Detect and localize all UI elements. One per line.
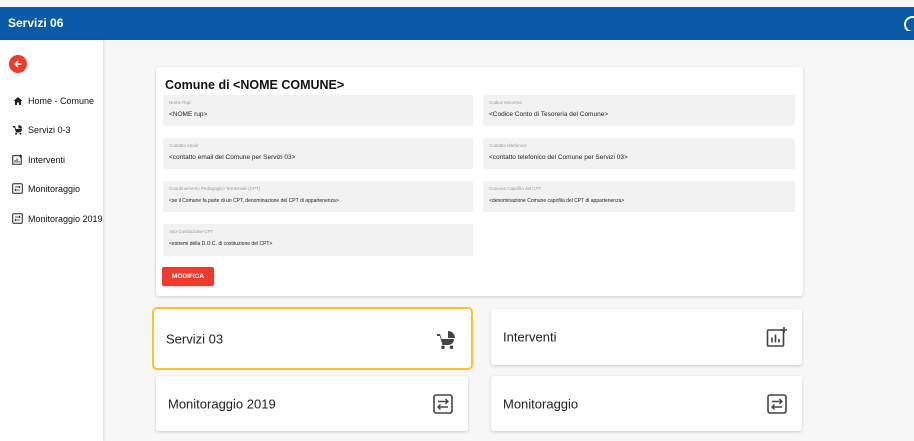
- sidebar-item-label: Home - Comune: [28, 95, 95, 106]
- tile-servizi-03[interactable]: Servizi 03: [152, 307, 473, 370]
- tile-interventi[interactable]: Interventi: [491, 309, 802, 365]
- field-nome-rup: Nome Rup <NOME rup>: [163, 95, 473, 126]
- sidebar-item-home[interactable]: Home - Comune: [12, 95, 94, 106]
- back-button[interactable]: [9, 55, 27, 73]
- sidebar-item-interventi[interactable]: Interventi: [12, 154, 65, 165]
- tile-label: Monitoraggio: [503, 396, 579, 411]
- field-cpt: Coordinamento Pedagogico Territoriale (C…: [163, 181, 473, 212]
- monitor-icon: [433, 393, 453, 414]
- home-icon: [12, 95, 23, 106]
- stroller-icon: [12, 124, 23, 135]
- field-value: <estremi della D.O.C. di costituzione de…: [169, 241, 273, 247]
- field-label: Atto Costituzione CPT: [169, 229, 214, 234]
- tile-label: Servizi 03: [166, 331, 224, 346]
- field-atto-costituzione: Atto Costituzione CPT <estremi della D.O…: [163, 224, 473, 256]
- sidebar-item-label: Servizi 0-3: [28, 124, 71, 135]
- sidebar-item-label: Monitoraggio: [28, 183, 81, 194]
- field-label: Contatto email: [169, 143, 199, 148]
- arrow-left-icon: [14, 60, 22, 68]
- field-comune-capofila: Comune Capofila del CPT <denominazione C…: [483, 181, 795, 212]
- field-label: Nome Rup: [169, 100, 191, 105]
- chart-plus-icon: [12, 154, 23, 165]
- field-codice-tesoreria: Codice tesoreria <Codice Conto di Tesore…: [483, 95, 795, 126]
- comune-info-card: Comune di <NOME COMUNE> Nome Rup <NOME r…: [156, 67, 803, 296]
- field-value: <se il Comune fa parte di un CPT, denomi…: [169, 198, 339, 204]
- tile-monitoraggio-2019[interactable]: Monitoraggio 2019: [156, 376, 468, 431]
- field-label: Contatto telefonico: [489, 143, 527, 148]
- sidebar-item-servizi[interactable]: Servizi 0-3: [12, 124, 71, 135]
- monitor-icon: [767, 393, 787, 414]
- field-label: Codice tesoreria: [489, 100, 522, 105]
- stroller-icon: [437, 330, 455, 349]
- field-contatto-email: Contatto email <contatto email del Comun…: [163, 138, 473, 169]
- field-value: <contatto email del Comune per Servizi 0…: [169, 154, 296, 161]
- sidebar-item-label: Monitoraggio 2019: [28, 213, 103, 224]
- app-title: Servizi 06: [8, 16, 64, 30]
- chart-plus-icon: [766, 327, 787, 347]
- tile-label: Monitoraggio 2019: [168, 396, 276, 411]
- field-value: <NOME rup>: [169, 111, 208, 118]
- field-value: <contatto telefonico del Comune per Serv…: [489, 154, 628, 161]
- sidebar: Home - Comune Servizi 0-3 Interventi Mon…: [0, 40, 103, 441]
- field-value: <Codice Conto di Tesoreria del Comune>: [489, 111, 609, 118]
- tile-label: Interventi: [503, 329, 557, 345]
- monitor-icon: [12, 213, 23, 224]
- sidebar-item-label: Interventi: [28, 154, 66, 165]
- monitor-icon: [12, 183, 23, 194]
- tile-monitoraggio[interactable]: Monitoraggio: [491, 376, 802, 431]
- sidebar-item-monitoraggio[interactable]: Monitoraggio: [12, 183, 80, 194]
- field-contatto-telefonico: Contatto telefonico <contatto telefonico…: [483, 138, 795, 169]
- comune-title: Comune di <NOME COMUNE>: [165, 78, 345, 92]
- top-app-bar: Servizi 06: [0, 7, 914, 40]
- sidebar-item-monitoraggio-2019[interactable]: Monitoraggio 2019: [12, 213, 103, 224]
- account-icon[interactable]: [904, 15, 914, 31]
- modifica-button[interactable]: MODIFICA: [162, 267, 214, 286]
- field-label: Coordinamento Pedagogico Territoriale (C…: [169, 186, 261, 191]
- field-value: <denominazione Comune capofila del CPT d…: [489, 198, 625, 204]
- field-label: Comune Capofila del CPT: [489, 186, 542, 191]
